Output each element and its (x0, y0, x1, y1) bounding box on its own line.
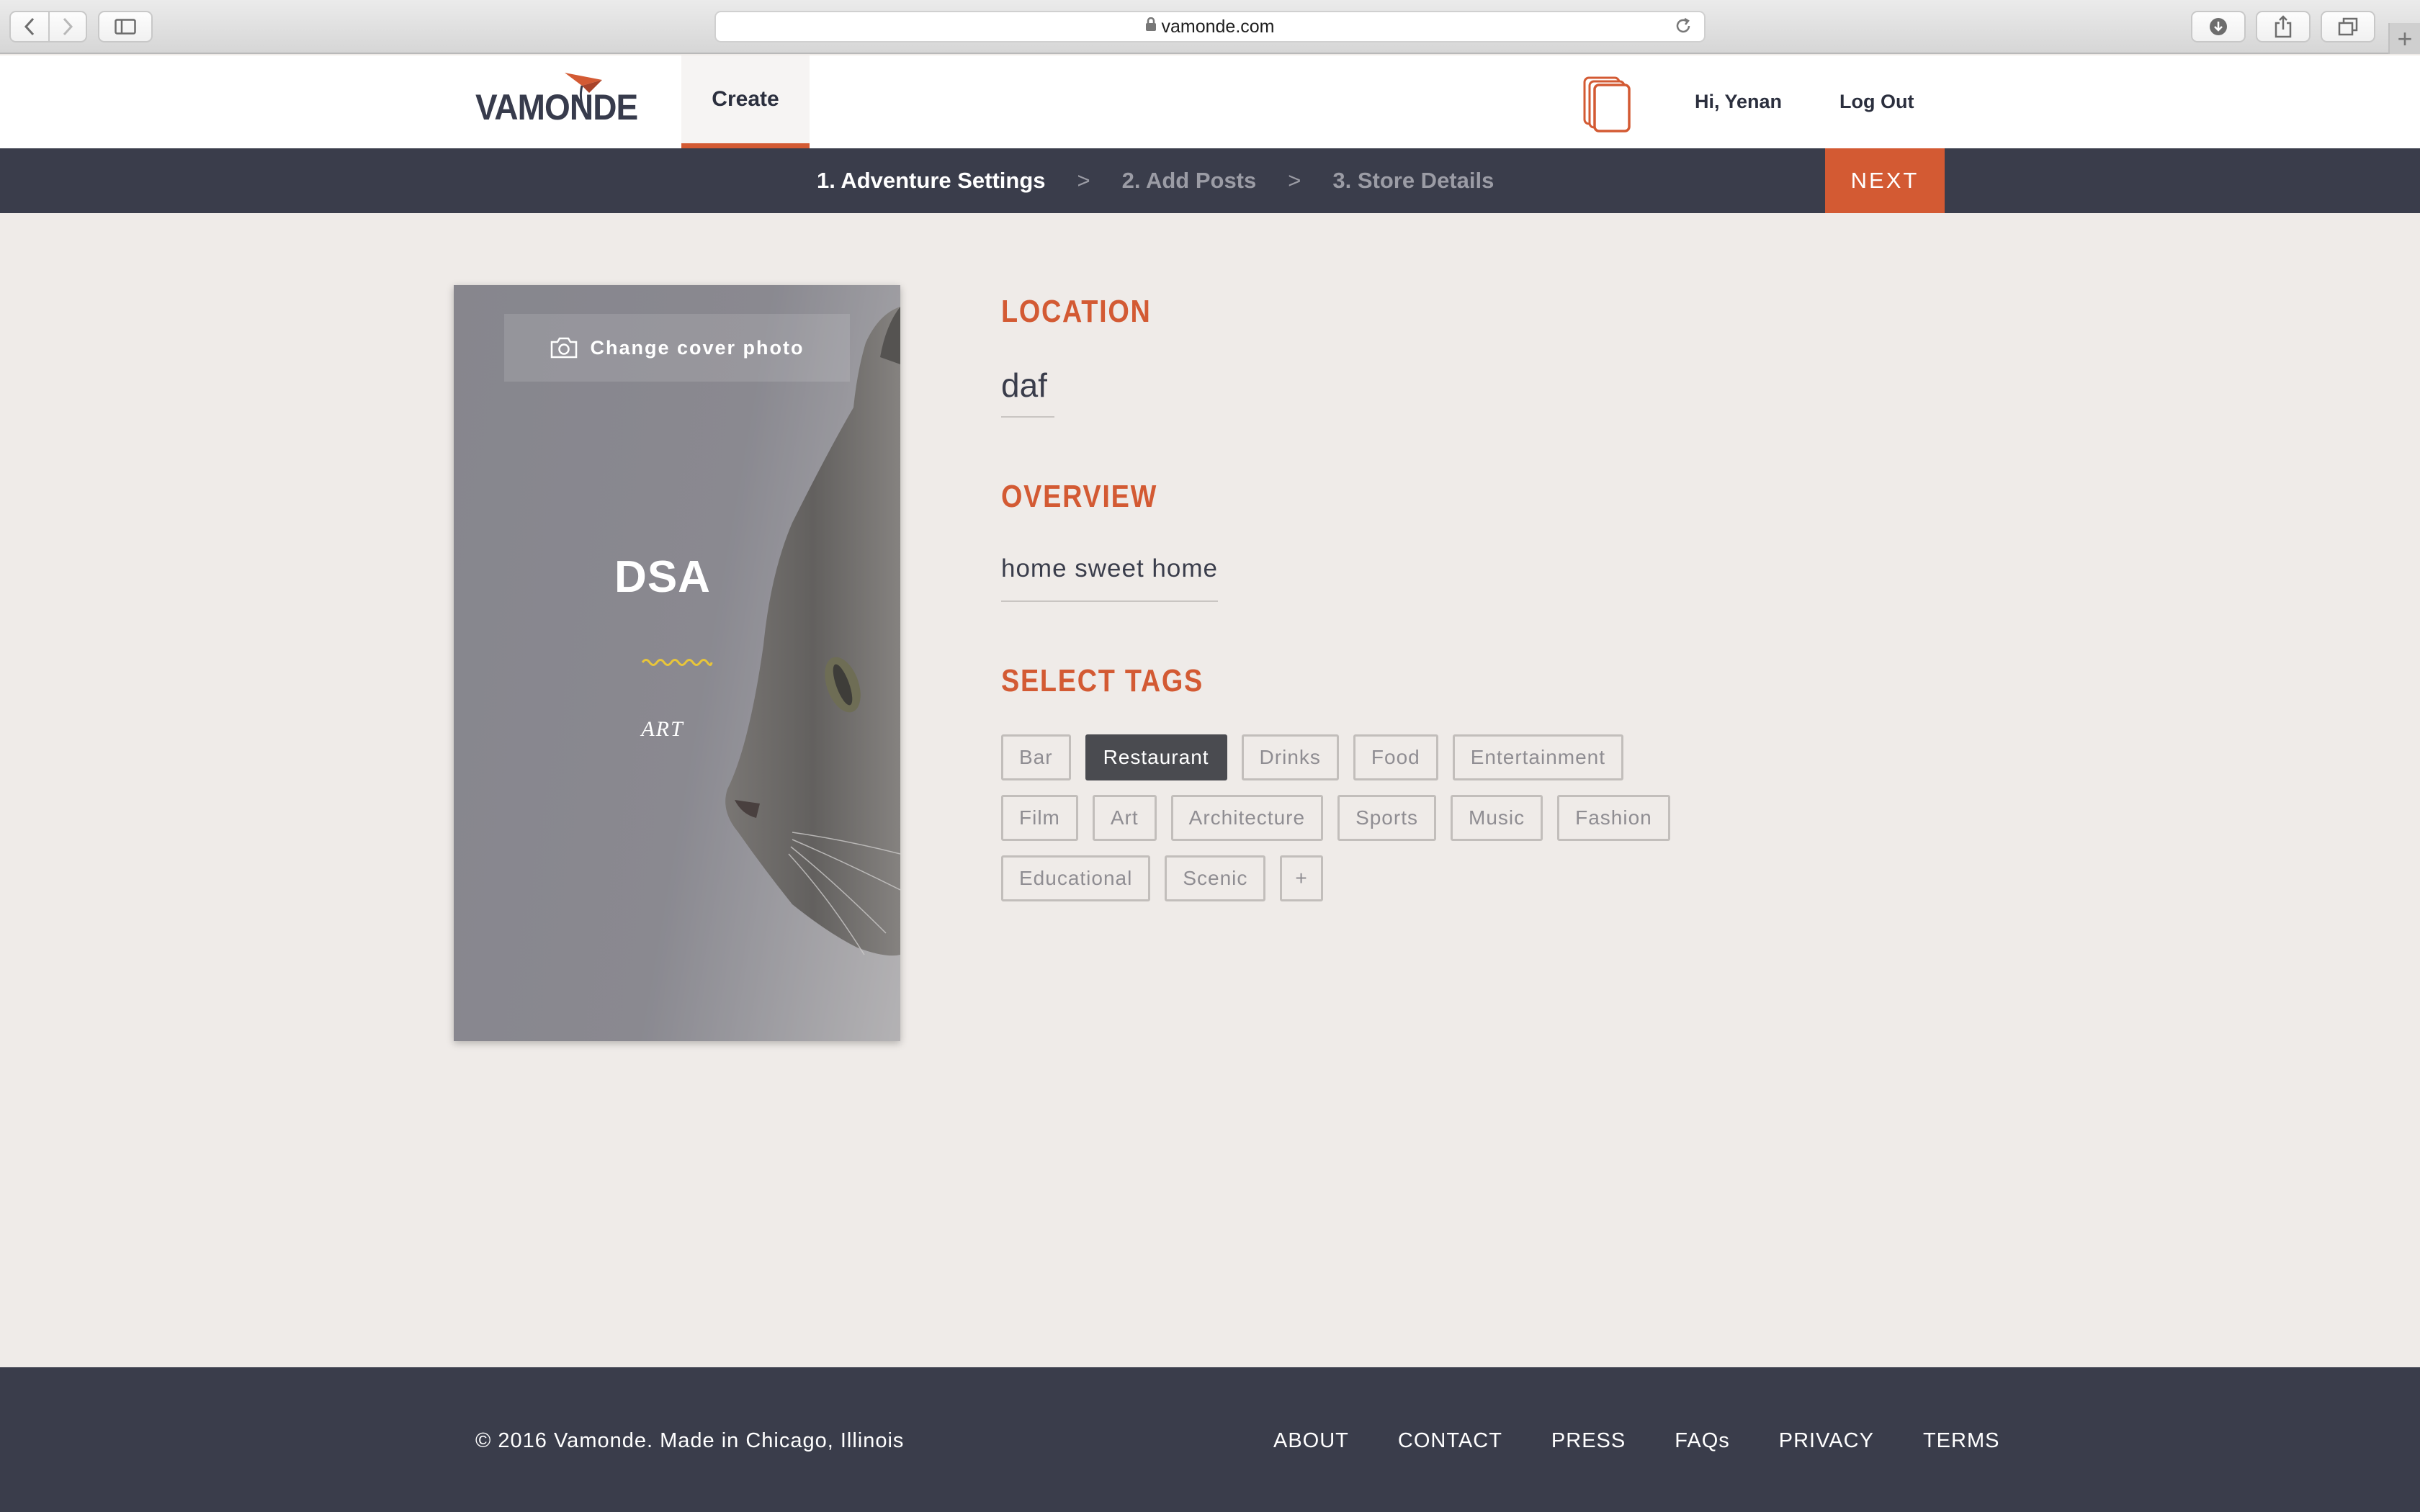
tag-music[interactable]: Music (1451, 795, 1543, 841)
tag-bar[interactable]: Bar (1001, 734, 1071, 780)
forward-icon[interactable] (48, 12, 86, 41)
overview-label: OVERVIEW (1001, 479, 1158, 514)
step-adventure-settings[interactable]: 1. Adventure Settings (817, 168, 1046, 194)
sidebar-toggle-icon[interactable] (98, 11, 153, 42)
adventure-category: ART (641, 717, 684, 741)
change-cover-photo-label: Change cover photo (590, 336, 805, 359)
tag-sports[interactable]: Sports (1337, 795, 1436, 841)
step-progress: 1. Adventure Settings > 2. Add Posts > 3… (0, 148, 2420, 213)
step-separator: > (1288, 168, 1301, 193)
overview-field[interactable]: home sweet home (1001, 554, 1218, 602)
tag-drinks[interactable]: Drinks (1241, 734, 1339, 780)
tag-restaurant[interactable]: Restaurant (1085, 734, 1227, 780)
tab-overview-icon[interactable] (2321, 11, 2375, 42)
logout-link[interactable]: Log Out (1839, 91, 1914, 113)
step-separator: > (1077, 168, 1090, 193)
step-store-details[interactable]: 3. Store Details (1332, 168, 1494, 194)
location-field[interactable]: daf (1001, 366, 1054, 418)
location-label: LOCATION (1001, 294, 1152, 329)
site-header (0, 55, 2420, 148)
back-icon[interactable] (11, 12, 48, 41)
tag-list: Bar Restaurant Drinks Food Entertainment… (1001, 734, 1693, 901)
tag-fashion[interactable]: Fashion (1557, 795, 1670, 841)
change-cover-photo-button[interactable]: Change cover photo (504, 314, 850, 382)
copyright-text: © 2016 Vamonde. Made in Chicago, Illinoi… (475, 1429, 905, 1452)
select-tags-label: SELECT TAGS (1001, 663, 1204, 698)
cover-card: Change cover photo DSA ART (454, 285, 900, 1041)
tag-entertainment[interactable]: Entertainment (1452, 734, 1624, 780)
squiggle-divider (641, 659, 713, 666)
adventures-stack-icon[interactable] (1582, 75, 1634, 134)
tag-scenic[interactable]: Scenic (1165, 855, 1266, 901)
tag-film[interactable]: Film (1001, 795, 1078, 841)
site-footer (0, 1367, 2420, 1512)
adventure-title: DSA (614, 552, 711, 602)
footer-link-contact[interactable]: CONTACT (1398, 1429, 1502, 1453)
lock-icon (1145, 17, 1157, 36)
tag-architecture[interactable]: Architecture (1170, 795, 1324, 841)
tag-art[interactable]: Art (1092, 795, 1157, 841)
tag-educational[interactable]: Educational (1001, 855, 1151, 901)
new-tab-icon[interactable]: + (2388, 23, 2420, 54)
logo-kite-icon (565, 73, 602, 109)
step-add-posts[interactable]: 2. Add Posts (1122, 168, 1257, 194)
footer-link-faqs[interactable]: FAQs (1675, 1429, 1730, 1453)
address-bar[interactable]: vamonde.com (714, 11, 1706, 42)
footer-link-about[interactable]: ABOUT (1273, 1429, 1349, 1453)
footer-link-press[interactable]: PRESS (1551, 1429, 1626, 1453)
downloads-icon[interactable] (2191, 11, 2246, 42)
reload-icon[interactable] (1674, 16, 1693, 41)
history-nav (9, 11, 87, 42)
url-text: vamonde.com (1161, 16, 1275, 37)
footer-link-privacy[interactable]: PRIVACY (1779, 1429, 1874, 1453)
add-tag-button[interactable]: + (1280, 855, 1323, 901)
user-greeting[interactable]: Hi, Yenan (1695, 91, 1782, 113)
camera-icon (550, 336, 578, 359)
next-button[interactable]: NEXT (1825, 148, 1945, 213)
footer-link-terms[interactable]: TERMS (1923, 1429, 2000, 1453)
tag-food[interactable]: Food (1353, 734, 1438, 780)
footer-nav: ABOUT CONTACT PRESS FAQs PRIVACY TERMS (1273, 1429, 1999, 1453)
share-icon[interactable] (2256, 11, 2311, 42)
tab-create[interactable]: Create (681, 55, 810, 148)
